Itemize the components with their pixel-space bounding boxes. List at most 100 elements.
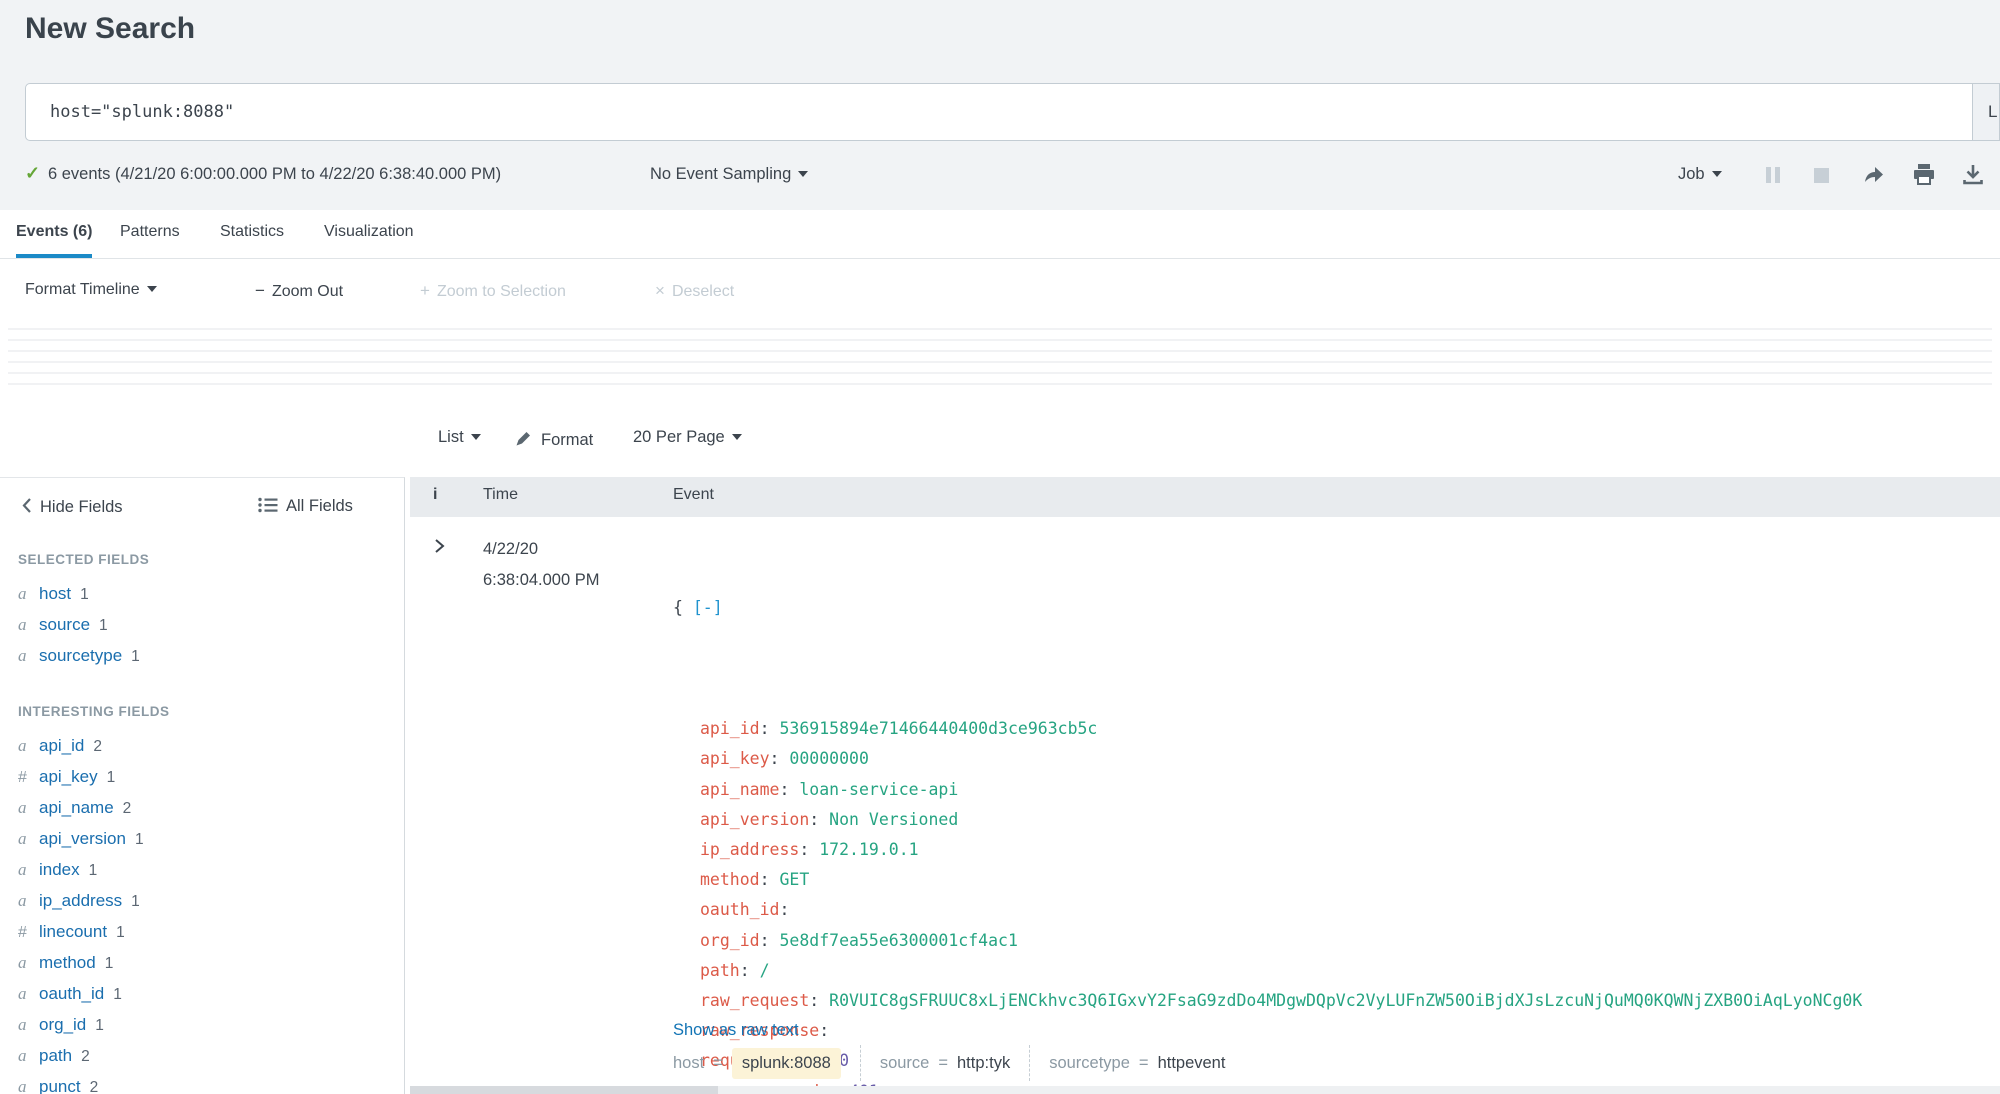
json-key[interactable]: oauth_id	[700, 900, 779, 919]
json-field-api_key: api_key: 00000000	[673, 744, 1862, 774]
events-timeline-chart[interactable]	[0, 320, 2000, 398]
all-fields-label: All Fields	[286, 497, 353, 515]
print-button[interactable]	[1912, 163, 1936, 190]
field-item-api_name[interactable]: a api_name 2	[18, 793, 144, 824]
json-key[interactable]: api_id	[700, 719, 760, 738]
results-tabs: Events (6) Patterns Statistics Visualiza…	[0, 210, 2000, 259]
field-item-api_id[interactable]: a api_id 2	[18, 731, 144, 762]
json-key[interactable]: raw_request	[700, 991, 809, 1010]
tab-visualization[interactable]: Visualization	[324, 223, 414, 241]
job-status-bar: ✓ 6 events (4/21/20 6:00:00.000 PM to 4/…	[0, 160, 2000, 192]
json-field-org_id: org_id: 5e8df7ea55e6300001cf4ac1	[673, 926, 1862, 956]
tab-statistics[interactable]: Statistics	[220, 223, 284, 241]
show-raw-text-link[interactable]: Show as raw text	[673, 1021, 799, 1040]
timeline-gridline	[8, 361, 1992, 363]
deselect-button[interactable]: × Deselect	[655, 281, 734, 301]
json-key[interactable]: api_name	[700, 780, 779, 799]
field-item-method[interactable]: a method 1	[18, 948, 144, 979]
json-key[interactable]: api_version	[700, 810, 809, 829]
json-value[interactable]: /	[760, 961, 770, 980]
field-name[interactable]: ip_address	[39, 891, 122, 910]
field-name[interactable]: sourcetype	[39, 646, 122, 665]
field-item-source[interactable]: a source 1	[18, 610, 140, 641]
job-menu-button[interactable]: Job	[1678, 165, 1722, 184]
field-name[interactable]: host	[39, 584, 71, 603]
meta-field-value[interactable]: splunk:8088	[731, 1047, 841, 1079]
json-open-line: { [-]	[673, 593, 1862, 623]
json-key[interactable]: org_id	[700, 931, 760, 950]
field-count: 1	[131, 648, 140, 665]
all-fields-button[interactable]: All Fields	[258, 495, 353, 516]
field-item-org_id[interactable]: a org_id 1	[18, 1010, 144, 1041]
hide-fields-button[interactable]: Hide Fields	[22, 495, 123, 517]
meta-field-value[interactable]: httpevent	[1158, 1054, 1226, 1073]
json-key[interactable]: api_key	[700, 749, 770, 768]
json-value[interactable]: R0VUIC8gSFRUUC8xLjENCkhvc3Q6IGxvY2FsaG9z…	[829, 991, 1862, 1010]
splunk-search-page: New Search host="splunk:8088" L ✓ 6 even…	[0, 0, 2000, 1094]
json-collapse-toggle[interactable]: [-]	[693, 598, 723, 617]
format-results-button[interactable]: Format	[515, 428, 593, 450]
export-button[interactable]	[1962, 163, 1984, 190]
field-name[interactable]: oauth_id	[39, 984, 104, 1003]
chevron-down-icon	[798, 170, 809, 177]
field-item-sourcetype[interactable]: a sourcetype 1	[18, 641, 140, 672]
json-key[interactable]: path	[700, 961, 740, 980]
field-item-punct[interactable]: a punct 2	[18, 1072, 144, 1094]
json-value[interactable]: loan-service-api	[799, 780, 958, 799]
horizontal-scrollbar-thumb[interactable]	[410, 1086, 718, 1094]
event-timestamp: 4/22/20 6:38:04.000 PM	[483, 534, 600, 596]
field-item-api_key[interactable]: # api_key 1	[18, 762, 144, 793]
stop-job-button[interactable]	[1814, 168, 1829, 183]
format-timeline-button[interactable]: Format Timeline	[25, 281, 157, 299]
field-item-api_version[interactable]: a api_version 1	[18, 824, 144, 855]
per-page-dropdown[interactable]: 20 Per Page	[633, 428, 742, 447]
event-sampling-dropdown[interactable]: No Event Sampling	[650, 165, 809, 184]
json-value[interactable]: 536915894e71466440400d3ce963cb5c	[779, 719, 1097, 738]
list-view-dropdown[interactable]: List	[438, 428, 481, 447]
search-input[interactable]: host="splunk:8088"	[25, 83, 1973, 141]
field-name[interactable]: source	[39, 615, 90, 634]
field-item-index[interactable]: a index 1	[18, 855, 144, 886]
horizontal-scrollbar[interactable]	[410, 1086, 2000, 1094]
json-value[interactable]: Non Versioned	[829, 810, 958, 829]
zoom-to-selection-button[interactable]: + Zoom to Selection	[420, 281, 566, 301]
field-count: 1	[104, 955, 114, 972]
expand-event-chevron[interactable]	[434, 537, 445, 560]
field-item-linecount[interactable]: # linecount 1	[18, 917, 144, 948]
field-item-host[interactable]: a host 1	[18, 579, 140, 610]
share-button[interactable]	[1862, 163, 1886, 190]
json-value[interactable]: 00000000	[789, 749, 868, 768]
field-name[interactable]: api_version	[39, 829, 126, 848]
minus-icon: −	[255, 281, 265, 300]
field-name[interactable]: index	[39, 860, 80, 879]
field-name[interactable]: org_id	[39, 1015, 86, 1034]
field-count: 1	[134, 831, 144, 848]
meta-field-source: source = http:tyk	[880, 1045, 1031, 1081]
field-name[interactable]: api_name	[39, 798, 114, 817]
json-value[interactable]: 172.19.0.1	[819, 840, 918, 859]
field-item-ip_address[interactable]: a ip_address 1	[18, 886, 144, 917]
field-item-oauth_id[interactable]: a oauth_id 1	[18, 979, 144, 1010]
json-key[interactable]: ip_address	[700, 840, 799, 859]
time-range-picker-button[interactable]: L	[1973, 83, 2000, 141]
zoom-out-button[interactable]: − Zoom Out	[255, 281, 343, 301]
json-value[interactable]: GET	[779, 870, 809, 889]
chevron-down-icon	[731, 433, 742, 440]
pause-icon	[1775, 167, 1780, 183]
pause-job-button[interactable]	[1766, 167, 1784, 188]
field-name[interactable]: method	[39, 953, 96, 972]
field-count: 2	[81, 1048, 90, 1065]
field-name[interactable]: api_key	[39, 767, 98, 786]
tab-patterns[interactable]: Patterns	[120, 223, 180, 241]
json-key[interactable]: method	[700, 870, 760, 889]
field-item-path[interactable]: a path 2	[18, 1041, 144, 1072]
json-field-api_id: api_id: 536915894e71466440400d3ce963cb5c	[673, 714, 1862, 744]
meta-field-value[interactable]: http:tyk	[957, 1054, 1010, 1073]
field-name[interactable]: punct	[39, 1077, 81, 1094]
tab-events[interactable]: Events (6)	[16, 223, 92, 241]
field-name[interactable]: api_id	[39, 736, 84, 755]
field-name[interactable]: path	[39, 1046, 72, 1065]
json-value[interactable]: 5e8df7ea55e6300001cf4ac1	[779, 931, 1017, 950]
column-header-time: Time	[483, 486, 518, 503]
field-name[interactable]: linecount	[39, 922, 107, 941]
